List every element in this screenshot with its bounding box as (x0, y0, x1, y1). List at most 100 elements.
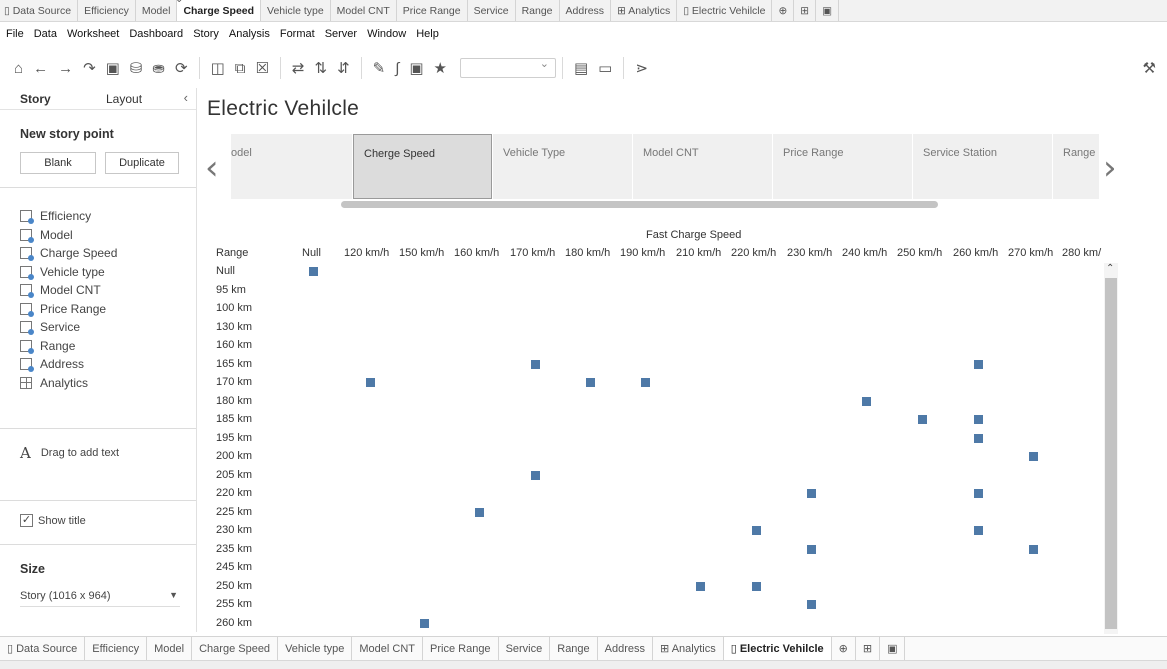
story-point[interactable]: Cherge Speed (353, 134, 492, 199)
menu-format[interactable]: Format (280, 26, 315, 42)
data-mark[interactable] (973, 359, 983, 369)
sheet-item-efficiency[interactable]: Efficiency (20, 207, 117, 226)
data-mark[interactable] (1028, 544, 1038, 554)
data-mark[interactable] (973, 526, 983, 535)
menu-server[interactable]: Server (325, 26, 357, 42)
scroll-up-icon[interactable]: ⌃ (1106, 263, 1114, 274)
drag-to-add-text[interactable]: A Drag to add text (20, 444, 119, 462)
story-point[interactable]: Vehicle Type (493, 134, 632, 199)
bottom-tab-vehicle-type[interactable]: Vehicle type (278, 636, 353, 661)
top-tab-charge-speed[interactable]: Charge Speed (177, 0, 262, 21)
new-story-icon[interactable]: ▣ (816, 0, 839, 21)
new-worksheet-icon[interactable]: ⊕ (832, 636, 856, 661)
bottom-tab-analytics[interactable]: ⊞ Analytics (653, 636, 724, 661)
new-worksheet-icon[interactable]: ◫ (211, 59, 225, 77)
data-mark[interactable] (365, 378, 375, 387)
clear-sheet-icon[interactable]: ☒ (255, 59, 268, 77)
new-story-icon[interactable]: ▣ (880, 636, 906, 661)
sheet-item-price-range[interactable]: Price Range (20, 300, 117, 319)
sheet-item-range[interactable]: Range (20, 337, 117, 356)
new-data-source-icon[interactable]: ⛁ (130, 59, 143, 77)
show-me-chart-icon[interactable]: ▤ (574, 59, 588, 77)
size-dropdown[interactable]: Story (1016 x 964) ▼ (20, 590, 180, 607)
story-point[interactable]: Model CNT (633, 134, 772, 199)
new-dashboard-icon[interactable]: ⊞ (794, 0, 817, 21)
top-tab-electric-vehilcle[interactable]: ▯ Electric Vehilcle (677, 0, 773, 21)
forward-arrow-icon[interactable]: → (58, 60, 73, 77)
sheet-item-analytics[interactable]: Analytics (20, 374, 117, 393)
menu-worksheet[interactable]: Worksheet (67, 26, 119, 42)
previous-story-point-icon[interactable]: ‹ (205, 148, 219, 188)
swap-icon[interactable]: ⇄ (292, 59, 305, 77)
bottom-tab-model[interactable]: Model (147, 636, 193, 661)
top-tab-data-source[interactable]: ▯ Data Source (0, 0, 79, 21)
sheet-item-charge-speed[interactable]: Charge Speed (20, 244, 117, 263)
data-mark[interactable] (806, 489, 816, 498)
bottom-tab-price-range[interactable]: Price Range (423, 636, 499, 661)
sheet-item-address[interactable]: Address (20, 355, 117, 374)
top-tab-model-cnt[interactable]: Model CNT (331, 0, 397, 21)
bottom-tab-range[interactable]: Range (550, 636, 598, 661)
bottom-tab-data-source[interactable]: ▯ Data Source (0, 636, 86, 661)
data-mark[interactable] (530, 470, 540, 480)
story-point[interactable]: Range (1053, 134, 1099, 199)
sheet-item-service[interactable]: Service (20, 318, 117, 337)
data-mark[interactable] (751, 526, 761, 535)
back-arrow-icon[interactable]: ← (33, 60, 48, 77)
sheet-item-model-cnt[interactable]: Model CNT (20, 281, 117, 300)
menu-story[interactable]: Story (193, 26, 219, 42)
bottom-tab-charge-speed[interactable]: Charge Speed (192, 636, 279, 661)
save-icon[interactable]: ▣ (106, 59, 120, 77)
story-point[interactable]: Service Station (913, 134, 1052, 199)
top-tab-price-range[interactable]: Price Range (397, 0, 468, 21)
top-tab-service[interactable]: Service (468, 0, 516, 21)
data-mark[interactable] (585, 378, 595, 387)
share-icon[interactable]: ⋗ (635, 59, 648, 77)
top-tab-address[interactable]: Address (560, 0, 612, 21)
data-mark[interactable] (973, 433, 983, 443)
chevron-down-icon[interactable]: ⌄ (175, 0, 183, 5)
data-mark[interactable] (806, 600, 816, 609)
data-mark[interactable] (419, 618, 429, 628)
vertical-scrollbar[interactable]: ⌃ (1104, 263, 1118, 634)
pin-icon[interactable]: ★ (434, 59, 447, 77)
tab-story[interactable]: Story (0, 88, 86, 110)
data-mark[interactable] (695, 581, 705, 591)
show-title-option[interactable]: ✓ Show title (20, 514, 86, 527)
bottom-tab-service[interactable]: Service (499, 636, 551, 661)
menu-file[interactable]: File (6, 26, 24, 42)
top-tab-efficiency[interactable]: Efficiency (78, 0, 136, 21)
menu-window[interactable]: Window (367, 26, 406, 42)
menu-help[interactable]: Help (416, 26, 439, 42)
duplicate-button[interactable]: Duplicate (105, 152, 179, 174)
new-dashboard-icon[interactable]: ⊞ (856, 636, 881, 661)
data-mark[interactable] (308, 267, 318, 276)
show-title-checkbox[interactable]: ✓ (20, 514, 33, 527)
story-point[interactable]: odel (231, 134, 352, 199)
next-story-point-icon[interactable]: › (1103, 148, 1117, 188)
data-mark[interactable] (530, 359, 540, 369)
redo-icon[interactable]: ↷ (83, 59, 96, 77)
top-tab-vehicle-type[interactable]: Vehicle type (261, 0, 331, 21)
menu-dashboard[interactable]: Dashboard (129, 26, 183, 42)
sheet-item-vehicle-type[interactable]: Vehicle type (20, 263, 117, 282)
fit-dropdown[interactable] (459, 57, 556, 78)
data-mark[interactable] (973, 415, 983, 424)
labels-icon[interactable]: ▣ (409, 59, 423, 77)
data-mark[interactable] (973, 489, 983, 498)
scrollbar-thumb[interactable] (1105, 278, 1117, 629)
data-mark[interactable] (806, 544, 816, 554)
bottom-tab-model-cnt[interactable]: Model CNT (352, 636, 424, 661)
sort-descending-icon[interactable]: ⇵ (337, 59, 350, 77)
bottom-tab-electric-vehilcle[interactable]: ▯ Electric Vehilcle (723, 636, 832, 661)
data-mark[interactable] (751, 581, 761, 591)
sort-ascending-icon[interactable]: ⇅ (315, 59, 328, 77)
format-painter-icon[interactable]: ⚒ (1143, 59, 1156, 77)
tab-layout[interactable]: Layout (86, 88, 172, 110)
duplicate-sheet-icon[interactable]: ⧉ (235, 60, 246, 77)
bottom-tab-address[interactable]: Address (598, 636, 654, 661)
top-tab-analytics[interactable]: ⊞ Analytics (611, 0, 678, 21)
blank-button[interactable]: Blank (20, 152, 96, 174)
attach-icon[interactable]: ∫ (395, 60, 399, 77)
sheet-item-model[interactable]: Model (20, 226, 117, 245)
